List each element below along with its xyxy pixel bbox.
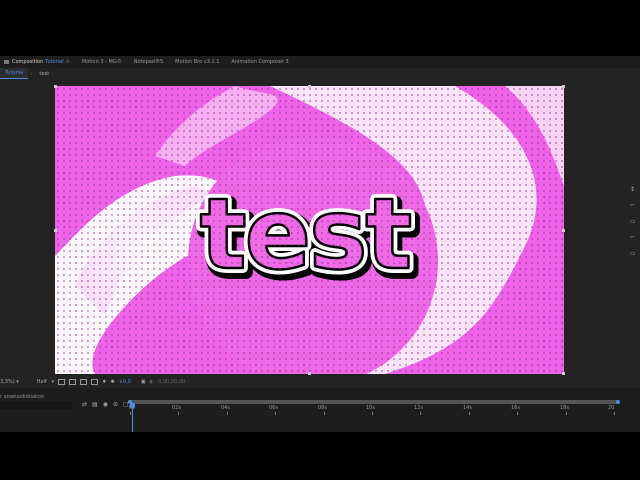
mask-toggle-icon[interactable] — [80, 378, 88, 385]
tab-motion[interactable]: Motion 3 - MG© — [78, 56, 130, 68]
playhead-line — [132, 408, 133, 432]
tab-composition[interactable]: Composition Tutorial ≡ — [0, 56, 78, 68]
canvas-artwork: test test test test — [55, 86, 564, 374]
color-channel-icon[interactable]: ♦ — [102, 379, 106, 385]
bbox-handle-top[interactable] — [308, 85, 311, 88]
time-tick-label: 16s — [511, 405, 520, 411]
side-panel-edge: ↕ ⌐ ▭ ⌐ ▭ — [630, 186, 640, 386]
zoom-dropdown[interactable]: 3,3%) ▾ — [0, 379, 19, 385]
tab-notepad[interactable]: Notepad®5 — [130, 56, 171, 68]
exposure-value[interactable]: +0,0 — [119, 379, 131, 385]
side-tool-icon[interactable]: ▭ — [630, 250, 640, 266]
bbox-handle-right[interactable] — [562, 229, 565, 232]
transparency-grid-icon[interactable] — [69, 378, 77, 385]
after-effects-window: Composition Tutorial ≡ Motion 3 - MG© No… — [0, 56, 640, 432]
bbox-handle-top-right[interactable] — [562, 85, 565, 88]
timeline-toolbar: ⇄ ▤ ◉ ⊘ ▢ — [82, 401, 129, 408]
shy-toggle-icon[interactable]: ⇄ — [82, 401, 87, 408]
playhead[interactable] — [130, 400, 135, 432]
time-tick — [130, 412, 131, 415]
canvas-text-dots: test — [200, 178, 411, 292]
time-tick — [372, 412, 373, 415]
time-tick-label: 20 — [608, 405, 615, 411]
composition-breadcrumb: Tutorial ‹ text — [0, 68, 640, 79]
tab-motion-bro[interactable]: Motion Bro v3.2.1 — [171, 56, 227, 68]
bbox-handle-top-left[interactable] — [54, 85, 57, 88]
composition-icon — [4, 60, 9, 64]
composition-viewer[interactable]: test test test test — [0, 79, 640, 375]
time-tick-label: 10s — [366, 405, 375, 411]
region-of-interest-icon[interactable] — [58, 378, 66, 385]
time-tick — [566, 412, 567, 415]
time-tick — [275, 412, 276, 415]
side-tool-icon[interactable]: ⌐ — [630, 234, 640, 250]
resolution-dropdown[interactable]: Half ▾ — [37, 379, 54, 385]
time-tick — [178, 412, 179, 415]
time-ruler-labels: 0s02s04s06s08s10s12s14s16s18s20 — [128, 405, 620, 415]
side-tool-icon[interactable]: ▭ — [630, 218, 640, 234]
time-tick — [517, 412, 518, 415]
time-tick-label: 04s — [221, 405, 230, 411]
time-tick-label: 06s — [269, 405, 278, 411]
time-tick — [324, 412, 325, 415]
current-timecode[interactable]: 0;00;00;00 — [158, 379, 185, 385]
panel-menu-icon[interactable]: ≡ — [66, 59, 70, 65]
exposure-reset-icon[interactable]: ✺ — [111, 379, 115, 385]
timeline-panel: r aowkaokdoakoo ⇄ ▤ ◉ ⊘ ▢ 0s02s04s06s08s… — [0, 388, 640, 432]
composition-canvas[interactable]: test test test test — [55, 86, 564, 374]
side-tool-icon[interactable]: ⌐ — [630, 202, 640, 218]
timeline-search-input[interactable] — [0, 401, 72, 409]
work-area-end-handle[interactable] — [616, 400, 620, 404]
work-area-bar[interactable] — [128, 400, 620, 404]
time-tick-label: 08s — [318, 405, 327, 411]
panel-tab-bar: Composition Tutorial ≡ Motion 3 - MG© No… — [0, 56, 640, 68]
guides-icon[interactable] — [91, 378, 99, 385]
bbox-handle-left[interactable] — [54, 229, 57, 232]
tab-animation-composer[interactable]: Animation Composer 3 — [227, 56, 296, 68]
time-tick — [227, 412, 228, 415]
time-tick-label: 18s — [560, 405, 569, 411]
motion-blur-icon[interactable]: ◉ — [103, 401, 108, 408]
snapshot-camera-icon[interactable]: ▣ — [141, 379, 146, 385]
time-tick-label: 02s — [172, 405, 181, 411]
top-black-bar — [0, 0, 640, 56]
time-ruler[interactable]: 0s02s04s06s08s10s12s14s16s18s20 — [128, 400, 620, 415]
show-snapshot-icon[interactable]: ◐ — [150, 379, 154, 385]
time-tick — [469, 412, 470, 415]
sub-tab-text[interactable]: text — [34, 68, 54, 79]
time-tick-label: 12s — [414, 405, 423, 411]
graph-editor-icon[interactable]: ⊘ — [113, 401, 118, 408]
timeline-layer-name: r aowkaokdoakoo — [0, 394, 44, 400]
time-tick-label: 14s — [463, 405, 472, 411]
frame-blending-icon[interactable]: ▤ — [92, 401, 98, 408]
time-tick — [420, 412, 421, 415]
time-tick — [614, 412, 615, 415]
sub-tab-tutorial[interactable]: Tutorial — [0, 68, 29, 79]
side-tool-icon[interactable]: ↕ — [630, 186, 640, 202]
viewer-controls: 3,3%) ▾ Half ▾ ♦ ✺ +0,0 ▣ ◐ 0;00;00;00 — [0, 375, 640, 388]
